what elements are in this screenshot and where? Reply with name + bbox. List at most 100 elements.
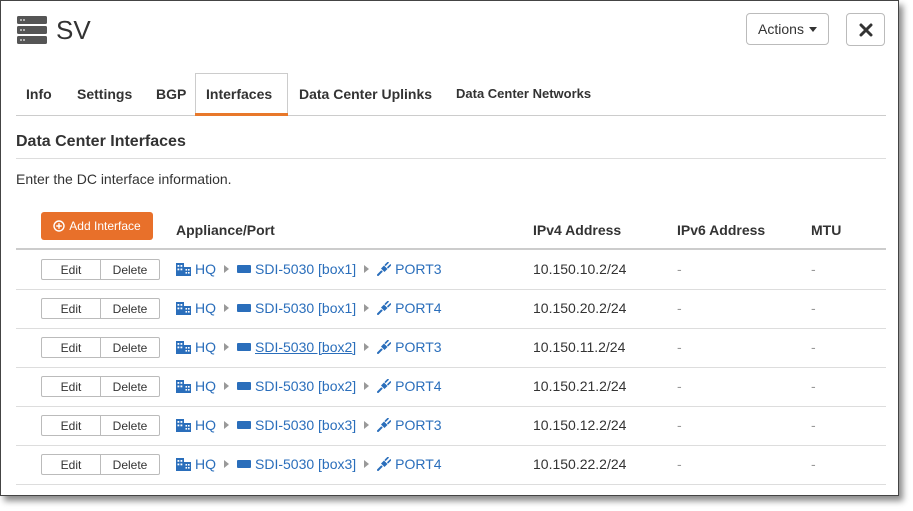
ipv6-address: - — [677, 417, 682, 433]
ipv6-address: - — [677, 456, 682, 472]
delete-button[interactable]: Delete — [100, 260, 159, 279]
server-stack-icon — [17, 16, 47, 44]
plus-circle-icon — [53, 220, 65, 232]
edit-button[interactable]: Edit — [42, 416, 100, 435]
plug-icon — [377, 457, 392, 471]
port-link[interactable]: PORT4 — [395, 378, 441, 394]
appliance-link[interactable]: SDI-5030 [box2] — [255, 378, 356, 394]
port-link[interactable]: PORT4 — [395, 456, 441, 472]
edit-button[interactable]: Edit — [42, 455, 100, 474]
chevron-right-icon — [224, 460, 229, 468]
appliance-link[interactable]: SDI-5030 [box2] — [255, 339, 356, 355]
plug-icon — [377, 301, 392, 315]
port-link[interactable]: PORT3 — [395, 339, 441, 355]
delete-button[interactable]: Delete — [100, 338, 159, 357]
appliance-icon — [237, 460, 251, 468]
edit-button[interactable]: Edit — [42, 260, 100, 279]
caret-down-icon — [808, 26, 817, 32]
appliance-icon — [237, 265, 251, 273]
actions-dropdown-button[interactable]: Actions — [746, 13, 829, 45]
site-link[interactable]: HQ — [195, 417, 216, 433]
mtu-value: - — [811, 378, 816, 394]
table-row: Edit Delete HQ SDI-5030 [box2] — [16, 367, 886, 407]
column-header-ipv4: IPv4 Address — [533, 222, 622, 238]
section-divider — [16, 158, 886, 159]
site-link[interactable]: HQ — [195, 378, 216, 394]
chevron-right-icon — [364, 382, 370, 390]
appliance-port-path: HQ SDI-5030 [box3] PORT4 — [176, 456, 442, 472]
site-link[interactable]: HQ — [195, 300, 216, 316]
close-button[interactable] — [846, 13, 885, 46]
appliance-link[interactable]: SDI-5030 [box1] — [255, 300, 356, 316]
building-icon — [176, 302, 191, 315]
site-link[interactable]: HQ — [195, 339, 216, 355]
port-link[interactable]: PORT4 — [395, 300, 441, 316]
building-icon — [176, 458, 191, 471]
ipv6-address: - — [677, 261, 682, 277]
table-row: Edit Delete HQ SDI-5030 [box3] — [16, 406, 886, 446]
mtu-value: - — [811, 456, 816, 472]
appliance-link[interactable]: SDI-5030 [box3] — [255, 456, 356, 472]
table-row: Edit Delete HQ SDI-5030 [box3] — [16, 445, 886, 485]
row-action-buttons: Edit Delete — [41, 337, 160, 358]
building-icon — [176, 419, 191, 432]
ipv6-address: - — [677, 378, 682, 394]
chevron-right-icon — [224, 304, 229, 312]
appliance-link[interactable]: SDI-5030 [box1] — [255, 261, 356, 277]
delete-button[interactable]: Delete — [100, 455, 159, 474]
building-icon — [176, 380, 191, 393]
appliance-icon — [237, 343, 251, 351]
delete-button[interactable]: Delete — [100, 416, 159, 435]
plug-icon — [377, 340, 392, 354]
tab-bgp[interactable]: BGP — [156, 73, 186, 114]
table-row: Edit Delete HQ SDI-5030 [box1] — [16, 250, 886, 290]
tab-info[interactable]: Info — [26, 73, 52, 114]
tab-bar: Info Settings BGP Interfaces Data Center… — [16, 73, 886, 116]
mtu-value: - — [811, 339, 816, 355]
delete-button[interactable]: Delete — [100, 299, 159, 318]
page-title: SV — [56, 15, 91, 45]
close-icon — [859, 23, 872, 36]
row-action-buttons: Edit Delete — [41, 415, 160, 436]
ipv6-address: - — [677, 339, 682, 355]
tab-data-center-networks[interactable]: Data Center Networks — [456, 73, 591, 114]
chevron-right-icon — [224, 421, 229, 429]
mtu-value: - — [811, 261, 816, 277]
row-action-buttons: Edit Delete — [41, 298, 160, 319]
site-link[interactable]: HQ — [195, 456, 216, 472]
plug-icon — [377, 262, 392, 276]
tab-settings[interactable]: Settings — [77, 73, 132, 114]
edit-button[interactable]: Edit — [42, 299, 100, 318]
building-icon — [176, 263, 191, 276]
chevron-right-icon — [224, 265, 229, 273]
tab-interfaces[interactable]: Interfaces — [195, 73, 288, 116]
edit-button[interactable]: Edit — [42, 377, 100, 396]
section-title: Data Center Interfaces — [16, 133, 186, 150]
port-link[interactable]: PORT3 — [395, 261, 441, 277]
add-interface-button[interactable]: Add Interface — [41, 212, 153, 240]
appliance-icon — [237, 304, 251, 312]
mtu-value: - — [811, 417, 816, 433]
appliance-port-path: HQ SDI-5030 [box1] PORT3 — [176, 261, 442, 277]
appliance-port-path: HQ SDI-5030 [box2] PORT4 — [176, 378, 442, 394]
row-action-buttons: Edit Delete — [41, 259, 160, 280]
appliance-icon — [237, 382, 251, 390]
appliance-link[interactable]: SDI-5030 [box3] — [255, 417, 356, 433]
chevron-right-icon — [224, 382, 229, 390]
appliance-port-path: HQ SDI-5030 [box2] PORT3 — [176, 339, 442, 355]
tab-data-center-uplinks[interactable]: Data Center Uplinks — [299, 73, 432, 114]
chevron-right-icon — [224, 343, 229, 351]
edit-button[interactable]: Edit — [42, 338, 100, 357]
building-icon — [176, 341, 191, 354]
port-link[interactable]: PORT3 — [395, 417, 441, 433]
chevron-right-icon — [364, 304, 370, 312]
row-action-buttons: Edit Delete — [41, 376, 160, 397]
row-action-buttons: Edit Delete — [41, 454, 160, 475]
table-row: Edit Delete HQ SDI-5030 [box2] — [16, 328, 886, 368]
ipv4-address: 10.150.21.2/24 — [533, 378, 627, 394]
delete-button[interactable]: Delete — [100, 377, 159, 396]
actions-label: Actions — [758, 21, 804, 37]
site-link[interactable]: HQ — [195, 261, 216, 277]
ipv4-address: 10.150.10.2/24 — [533, 261, 627, 277]
column-header-mtu: MTU — [811, 222, 842, 238]
